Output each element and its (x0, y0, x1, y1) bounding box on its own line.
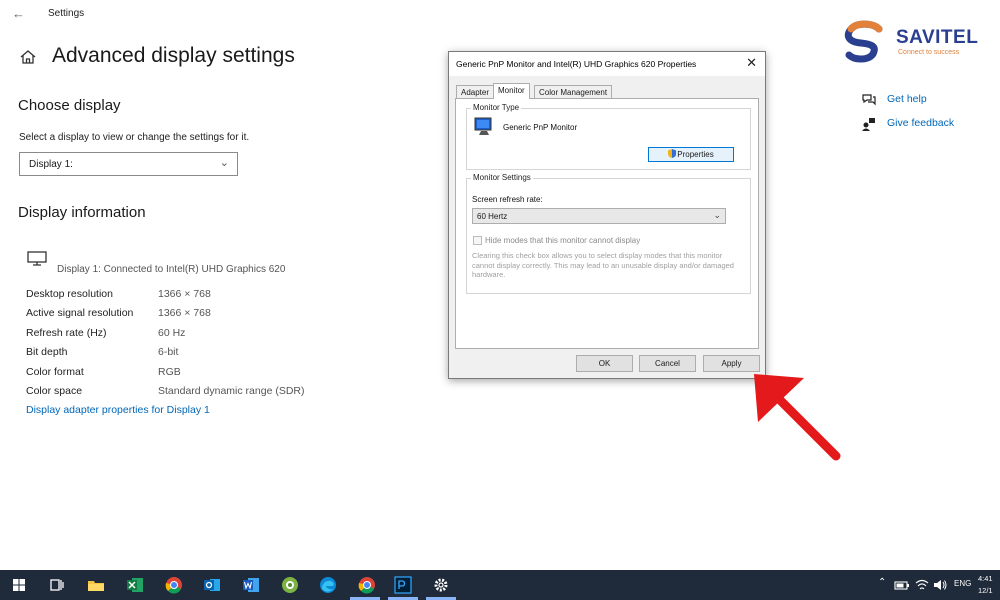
task-view-icon[interactable] (47, 575, 67, 595)
monitor-tab-panel: Monitor Type Generic PnP Monitor Propert… (455, 98, 759, 349)
chevron-up-icon[interactable]: ⌃ (878, 577, 886, 588)
volume-icon[interactable] (932, 577, 948, 593)
windows-start-icon[interactable] (9, 575, 29, 595)
info-label: Color space (26, 385, 83, 397)
chrome-icon[interactable] (164, 575, 184, 595)
tab-monitor[interactable]: Monitor (493, 83, 530, 99)
connection-text: Display 1: Connected to Intel(R) UHD Gra… (57, 264, 286, 275)
dialog-titlebar: Generic PnP Monitor and Intel(R) UHD Gra… (449, 52, 765, 76)
logo-name: SAVITEL (896, 27, 979, 48)
refresh-rate-value: 60 Hertz (477, 212, 508, 221)
info-value: 6-bit (158, 346, 179, 358)
info-value: 60 Hz (158, 327, 186, 339)
get-help-link[interactable]: Get help (887, 93, 927, 105)
red-arrow-icon (754, 374, 841, 461)
edge-icon[interactable] (318, 575, 338, 595)
logo-tagline: Connect to success (898, 49, 960, 56)
display-select[interactable]: Display 1: ⌄ (19, 152, 238, 176)
info-value: 1366 × 768 (158, 307, 211, 319)
clock-time[interactable]: 4:41 (978, 574, 993, 583)
properties-button-label: Properties (677, 150, 714, 159)
properties-button[interactable]: Properties (648, 147, 734, 162)
battery-icon[interactable] (894, 577, 910, 593)
info-label: Bit depth (26, 346, 68, 358)
info-label: Color format (26, 366, 84, 378)
give-feedback-link[interactable]: Give feedback (887, 117, 954, 129)
file-explorer-icon[interactable] (86, 575, 106, 595)
home-icon[interactable] (20, 50, 36, 64)
dialog-title: Generic PnP Monitor and Intel(R) UHD Gra… (456, 59, 697, 69)
info-value: RGB (158, 366, 181, 378)
app-title: Settings (48, 8, 85, 19)
settings-gear-icon[interactable] (431, 575, 451, 595)
display-select-value: Display 1: (29, 159, 73, 170)
tab-color-management[interactable]: Color Management (534, 85, 613, 99)
hide-modes-label: Hide modes that this monitor cannot disp… (485, 236, 641, 245)
photoshop-icon[interactable] (393, 575, 413, 595)
monitor-settings-label: Monitor Settings (471, 173, 533, 182)
monitor-device-icon (474, 117, 492, 135)
chevron-down-icon: ⌄ (219, 157, 229, 169)
chevron-down-icon: ⌄ (713, 210, 721, 220)
refresh-rate-label: Screen refresh rate: (472, 195, 543, 204)
savitel-logo-icon (844, 20, 883, 63)
back-arrow-icon[interactable]: ← (12, 6, 25, 21)
monitor-name: Generic PnP Monitor (503, 123, 578, 132)
info-label: Desktop resolution (26, 288, 113, 300)
outlook-icon[interactable] (202, 575, 222, 595)
choose-display-description: Select a display to view or change the s… (19, 132, 250, 143)
hide-modes-note: Clearing this check box allows you to se… (472, 251, 734, 279)
taskbar: ⌃ ENG 4:41 12/1 (0, 570, 1000, 600)
info-value: 1366 × 768 (158, 288, 211, 300)
cancel-button[interactable]: Cancel (639, 355, 696, 372)
word-icon[interactable] (241, 575, 261, 595)
greenshot-icon[interactable] (280, 575, 300, 595)
info-value: Standard dynamic range (SDR) (158, 385, 305, 397)
close-icon[interactable]: ✕ (746, 55, 757, 71)
monitor-type-label: Monitor Type (471, 103, 522, 112)
refresh-rate-select[interactable]: 60 Hertz ⌄ (472, 208, 726, 224)
tab-adapter[interactable]: Adapter (456, 85, 495, 99)
excel-icon[interactable] (125, 575, 145, 595)
wifi-icon[interactable] (914, 577, 930, 593)
page-title: Advanced display settings (52, 44, 295, 67)
shield-icon (668, 149, 677, 158)
language-indicator[interactable]: ENG (954, 579, 971, 588)
feedback-icon (862, 118, 875, 131)
monitor-settings-group: Monitor Settings Screen refresh rate: 60… (466, 173, 751, 294)
monitor-type-group: Monitor Type Generic PnP Monitor Propert… (466, 103, 751, 170)
info-label: Active signal resolution (26, 307, 134, 319)
chrome-icon-2[interactable] (357, 575, 377, 595)
hide-modes-checkbox[interactable] (473, 236, 482, 245)
monitor-icon (27, 251, 47, 266)
display-adapter-properties-link[interactable]: Display adapter properties for Display 1 (26, 404, 210, 416)
help-icon (862, 94, 876, 106)
choose-display-heading: Choose display (18, 97, 121, 114)
ok-button[interactable]: OK (576, 355, 633, 372)
display-information-heading: Display information (18, 204, 146, 221)
monitor-properties-dialog: Generic PnP Monitor and Intel(R) UHD Gra… (448, 51, 766, 379)
clock-date[interactable]: 12/1 (978, 586, 993, 595)
info-label: Refresh rate (Hz) (26, 327, 107, 339)
